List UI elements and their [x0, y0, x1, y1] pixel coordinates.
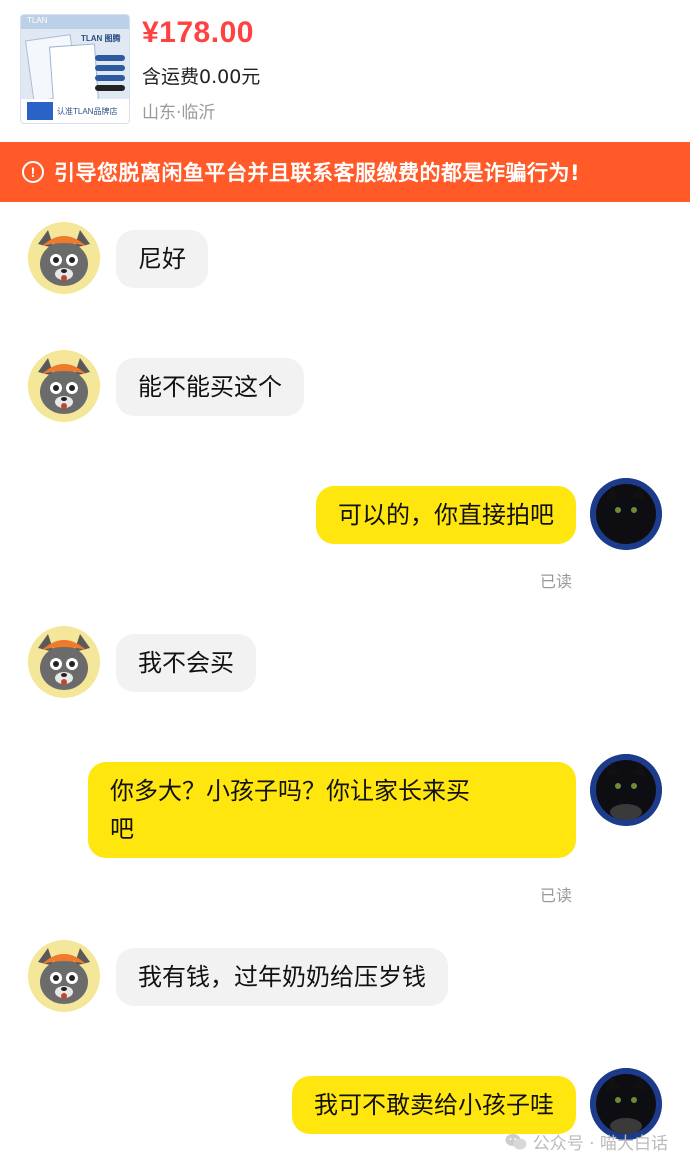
wolf-avatar-icon [28, 626, 100, 698]
peer-avatar[interactable] [28, 222, 100, 294]
peer-avatar[interactable] [28, 626, 100, 698]
black-cat-avatar-icon [590, 478, 662, 550]
message-line: 你多大？小孩子吗？你让家长来买 [110, 777, 470, 805]
thumbnail-feature-pill [95, 55, 125, 61]
watermark: 公众号 · 喵大白话 [505, 1129, 668, 1154]
product-card[interactable]: TLAN TLAN 图腾 认准TLAN品牌店 ¥178.00 含运费0.00元 … [0, 0, 690, 142]
peer-message-bubble: 能不能买这个 [116, 358, 304, 416]
own-avatar[interactable] [590, 754, 662, 826]
own-avatar[interactable] [590, 478, 662, 550]
own-message-bubble: 我可不敢卖给小孩子哇 [292, 1076, 576, 1134]
exclamation-circle-icon: ! [22, 161, 44, 183]
thumbnail-feature-pill [95, 65, 125, 71]
product-shipping: 含运费0.00元 [142, 66, 261, 88]
wechat-icon [505, 1133, 527, 1149]
peer-avatar[interactable] [28, 940, 100, 1012]
wolf-avatar-icon [28, 350, 100, 422]
chat-page: TLAN TLAN 图腾 认准TLAN品牌店 ¥178.00 含运费0.00元 … [0, 0, 690, 1170]
fraud-warning-text: 引导您脱离闲鱼平台并且联系客服缴费的都是诈骗行为! [54, 161, 581, 185]
thumbnail-card-front [49, 43, 99, 105]
thumbnail-footer-text: 认准TLAN品牌店 [57, 107, 118, 116]
wolf-avatar-icon [28, 940, 100, 1012]
read-receipt: 已读 [540, 886, 573, 905]
peer-message-bubble: 我不会买 [116, 634, 256, 692]
wolf-avatar-icon [28, 222, 100, 294]
thumbnail-top-bar: TLAN [21, 15, 129, 29]
thumbnail-brand: TLAN [27, 16, 48, 25]
peer-avatar[interactable] [28, 350, 100, 422]
read-receipt: 已读 [540, 572, 573, 591]
peer-message-bubble: 我有钱，过年奶奶给压岁钱 [116, 948, 448, 1006]
peer-message-bubble: 尼好 [116, 230, 208, 288]
own-message-bubble: 你多大？小孩子吗？你让家长来买 吧 [88, 762, 576, 858]
thumbnail-logo: TLAN 图腾 [81, 34, 121, 43]
product-price: ¥178.00 [142, 16, 254, 49]
thumbnail-feature-pill [95, 85, 125, 91]
thumbnail-feature-pill [95, 75, 125, 81]
thumbnail-footer-badge [27, 102, 53, 120]
watermark-text: 公众号 · 喵大白话 [532, 1134, 668, 1154]
product-location: 山东·临沂 [142, 103, 216, 123]
black-cat-avatar-icon [590, 754, 662, 826]
message-line: 吧 [110, 815, 134, 843]
thumbnail-footer: 认准TLAN品牌店 [21, 99, 129, 123]
fraud-warning-banner: ! 引导您脱离闲鱼平台并且联系客服缴费的都是诈骗行为! [0, 142, 690, 202]
own-message-bubble: 可以的，你直接拍吧 [316, 486, 576, 544]
product-thumbnail[interactable]: TLAN TLAN 图腾 认准TLAN品牌店 [20, 14, 130, 124]
